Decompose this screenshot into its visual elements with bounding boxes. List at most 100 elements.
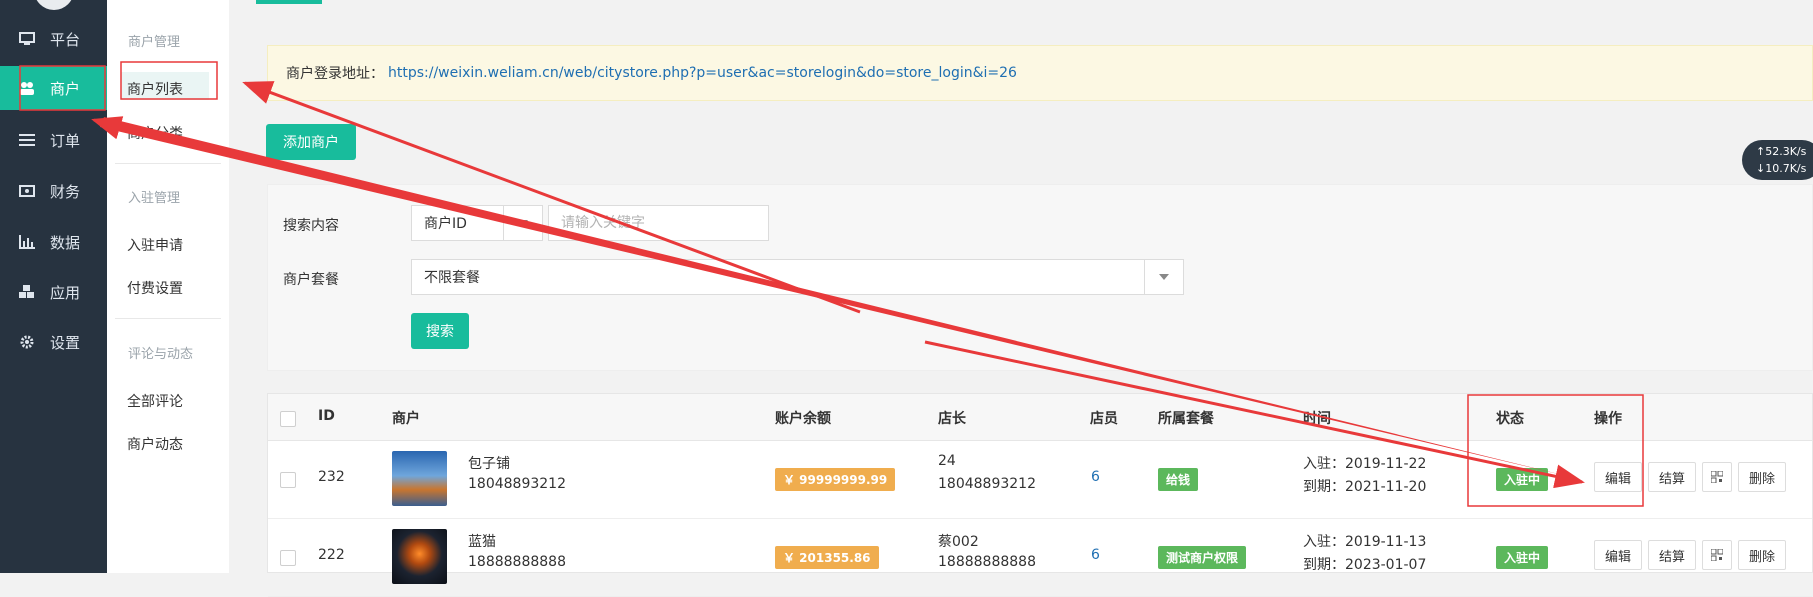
add-merchant-button[interactable]: 添加商户 xyxy=(266,124,356,160)
status-badge: 入驻中 xyxy=(1496,468,1549,491)
row-id: 232 xyxy=(318,469,345,485)
qrcode-icon xyxy=(1711,549,1723,561)
submenu-item-fee-settings[interactable]: 付费设置 xyxy=(127,278,183,298)
sidebar-item-apps[interactable]: 应用 xyxy=(0,270,107,314)
col-status: 状态 xyxy=(1496,411,1524,427)
manager-name: 24 xyxy=(938,453,956,469)
list-icon xyxy=(18,131,36,149)
row-checkbox[interactable] xyxy=(280,472,296,488)
col-manager: 店长 xyxy=(938,411,966,427)
submenu-group-title: 商户管理 xyxy=(128,35,181,50)
col-merchant: 商户 xyxy=(392,411,420,427)
avatar[interactable] xyxy=(34,0,74,10)
search-field-value: 商户ID xyxy=(424,216,467,232)
settle-button[interactable]: 结算 xyxy=(1648,462,1696,492)
package-label: 商户套餐 xyxy=(283,272,339,288)
merchant-phone: 18048893212 xyxy=(468,476,566,492)
delete-button[interactable]: 删除 xyxy=(1738,540,1786,570)
download-speed: ↓10.7K/s xyxy=(1756,162,1807,175)
search-field-select[interactable]: 商户ID xyxy=(411,205,543,241)
sidebar-item-settings[interactable]: 设置 xyxy=(0,320,107,364)
package-select[interactable]: 不限套餐 xyxy=(411,259,1184,295)
merchant-name: 蓝猫 xyxy=(468,534,496,550)
col-balance: 账户余额 xyxy=(775,411,831,427)
main-content: 商户登录地址： https://weixin.weliam.cn/web/cit… xyxy=(229,0,1813,597)
submenu-divider xyxy=(115,318,221,319)
chevron-down-icon xyxy=(503,206,542,240)
submenu-panel: 商户管理 商户列表 商户分类 入驻管理 入驻申请 付费设置 评论与动态 全部评论… xyxy=(107,0,230,573)
cubes-icon xyxy=(18,283,36,301)
users-icon xyxy=(18,79,36,97)
row-checkbox[interactable] xyxy=(280,550,296,566)
delete-button[interactable]: 删除 xyxy=(1738,462,1786,492)
col-staff: 店员 xyxy=(1090,411,1118,427)
join-date: 入驻：2019-11-22 xyxy=(1303,456,1427,472)
edit-button[interactable]: 编辑 xyxy=(1594,540,1642,570)
expire-date: 到期：2023-01-07 xyxy=(1303,557,1427,573)
manager-name: 蔡002 xyxy=(938,534,979,550)
merchant-thumbnail xyxy=(392,451,447,506)
table-header: ID 商户 账户余额 店长 店员 所属套餐 时间 状态 操作 xyxy=(268,394,1812,441)
settle-button[interactable]: 结算 xyxy=(1648,540,1696,570)
package-badge: 测试商户权限 xyxy=(1158,546,1247,569)
notice-label: 商户登录地址： xyxy=(286,66,384,82)
col-actions: 操作 xyxy=(1594,411,1622,427)
submenu-item-merchant-feed[interactable]: 商户动态 xyxy=(127,434,183,454)
qrcode-icon xyxy=(1711,471,1723,483)
select-all-checkbox[interactable] xyxy=(280,411,296,427)
table-row: 222 蓝猫 18888888888 ￥ 201355.86 蔡002 1888… xyxy=(268,518,1812,597)
submenu-group-title: 评论与动态 xyxy=(128,347,194,362)
sidebar-item-data[interactable]: 数据 xyxy=(0,220,107,264)
submenu-item-join-apply[interactable]: 入驻申请 xyxy=(127,235,183,255)
chevron-down-icon xyxy=(1144,260,1183,294)
table-row: 232 包子铺 18048893212 ￥ 99999999.99 24 180… xyxy=(268,440,1812,519)
staff-count-link[interactable]: 6 xyxy=(1091,469,1100,485)
submenu-item-merchant-list[interactable]: 商户列表 xyxy=(127,79,183,99)
col-id: ID xyxy=(318,408,335,424)
active-tab-indicator xyxy=(256,0,322,4)
merchant-name: 包子铺 xyxy=(468,456,510,472)
sidebar-item-finance[interactable]: 财务 xyxy=(0,169,107,213)
sidebar-item-label: 平台 xyxy=(50,30,81,49)
balance-badge: ￥ 201355.86 xyxy=(775,546,879,569)
status-badge: 入驻中 xyxy=(1496,546,1549,569)
qrcode-button[interactable] xyxy=(1702,540,1732,570)
filter-panel: 搜索内容 商户ID 商户套餐 不限套餐 搜索 xyxy=(267,184,1813,371)
search-content-label: 搜索内容 xyxy=(283,218,339,234)
col-package: 所属套餐 xyxy=(1158,411,1214,427)
manager-phone: 18888888888 xyxy=(938,554,1036,570)
monitor-icon xyxy=(18,30,36,48)
merchant-thumbnail xyxy=(392,529,447,584)
expire-date: 到期：2021-11-20 xyxy=(1303,479,1427,495)
keyword-input[interactable] xyxy=(548,205,769,241)
package-badge: 给钱 xyxy=(1158,468,1199,491)
submenu-group-title: 入驻管理 xyxy=(128,191,181,206)
balance-badge: ￥ 99999999.99 xyxy=(775,468,896,491)
submenu-item-all-comments[interactable]: 全部评论 xyxy=(127,391,183,411)
merchant-phone: 18888888888 xyxy=(468,554,566,570)
sidebar-item-label: 设置 xyxy=(50,333,81,352)
sidebar-item-label: 订单 xyxy=(50,131,81,150)
col-time: 时间 xyxy=(1303,411,1331,427)
sidebar-item-orders[interactable]: 订单 xyxy=(0,118,107,162)
submenu-divider xyxy=(115,163,221,164)
sidebar-item-label: 商户 xyxy=(50,79,81,98)
qrcode-button[interactable] xyxy=(1702,462,1732,492)
bar-chart-icon xyxy=(18,233,36,251)
edit-button[interactable]: 编辑 xyxy=(1594,462,1642,492)
merchant-table: ID 商户 账户余额 店长 店员 所属套餐 时间 状态 操作 232 包子铺 1… xyxy=(267,393,1813,597)
staff-count-link[interactable]: 6 xyxy=(1091,547,1100,563)
upload-speed: ↑52.3K/s xyxy=(1756,145,1807,158)
sidebar-item-label: 财务 xyxy=(50,182,81,201)
sidebar-item-label: 数据 xyxy=(50,233,81,252)
submenu-item-merchant-category[interactable]: 商户分类 xyxy=(127,123,183,143)
sidebar-item-platform[interactable]: 平台 xyxy=(0,17,107,61)
sidebar-item-merchant[interactable]: 商户 xyxy=(0,66,107,110)
gear-icon xyxy=(18,333,36,351)
main-sidebar: 平台 商户 订单 财务 数据 应用 设置 xyxy=(0,0,107,573)
login-url-link[interactable]: https://weixin.weliam.cn/web/citystore.p… xyxy=(388,65,1017,81)
manager-phone: 18048893212 xyxy=(938,476,1036,492)
network-speed-widget[interactable]: ↑52.3K/s ↓10.7K/s xyxy=(1742,140,1813,180)
search-button[interactable]: 搜索 xyxy=(411,313,469,349)
sidebar-item-label: 应用 xyxy=(50,283,81,302)
